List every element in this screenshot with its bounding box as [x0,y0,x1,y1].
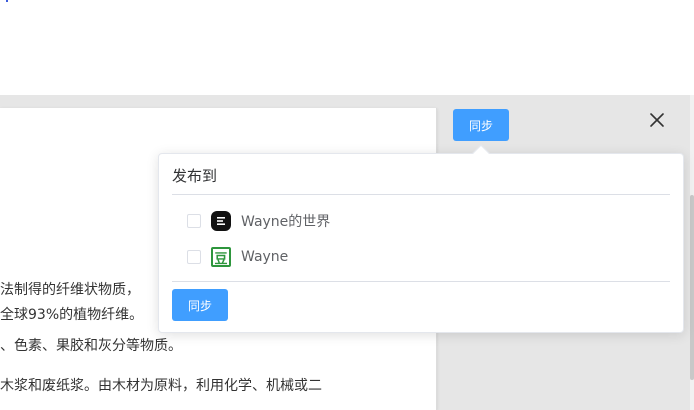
platform-checkbox[interactable] [187,214,201,228]
platform-checkbox[interactable] [187,250,201,264]
doc-line-4: 木浆和废纸浆。由木材为原料，利用化学、机械或二 [0,378,322,394]
platform-item-jianshu[interactable]: Wayne的世界 [187,210,330,232]
popover-divider [172,194,670,195]
top-area [0,0,694,95]
scrollbar-thumb[interactable] [690,195,694,380]
doc-line-3: 、色素、果胶和灰分等物质。 [0,338,182,354]
popover-title: 发布到 [172,167,218,185]
vertical-scrollbar[interactable] [690,95,694,410]
douban-icon: 豆 [211,247,231,267]
doc-line-1: 法制得的纤维状物质， [0,282,140,298]
popover-divider [172,281,670,282]
jianshu-icon [211,211,231,231]
publish-popover: 发布到 Wayne的世界 豆 Wayne 同步 [158,144,684,333]
platform-label: Wayne [241,249,289,265]
cursor-dot [6,0,8,2]
submit-sync-button[interactable]: 同步 [172,289,228,321]
close-icon[interactable] [645,108,669,132]
platform-item-douban[interactable]: 豆 Wayne [187,246,288,268]
platform-label: Wayne的世界 [241,214,331,230]
sync-button[interactable]: 同步 [453,109,509,141]
doc-line-2: 全球93%的植物纤维。 [0,307,144,323]
